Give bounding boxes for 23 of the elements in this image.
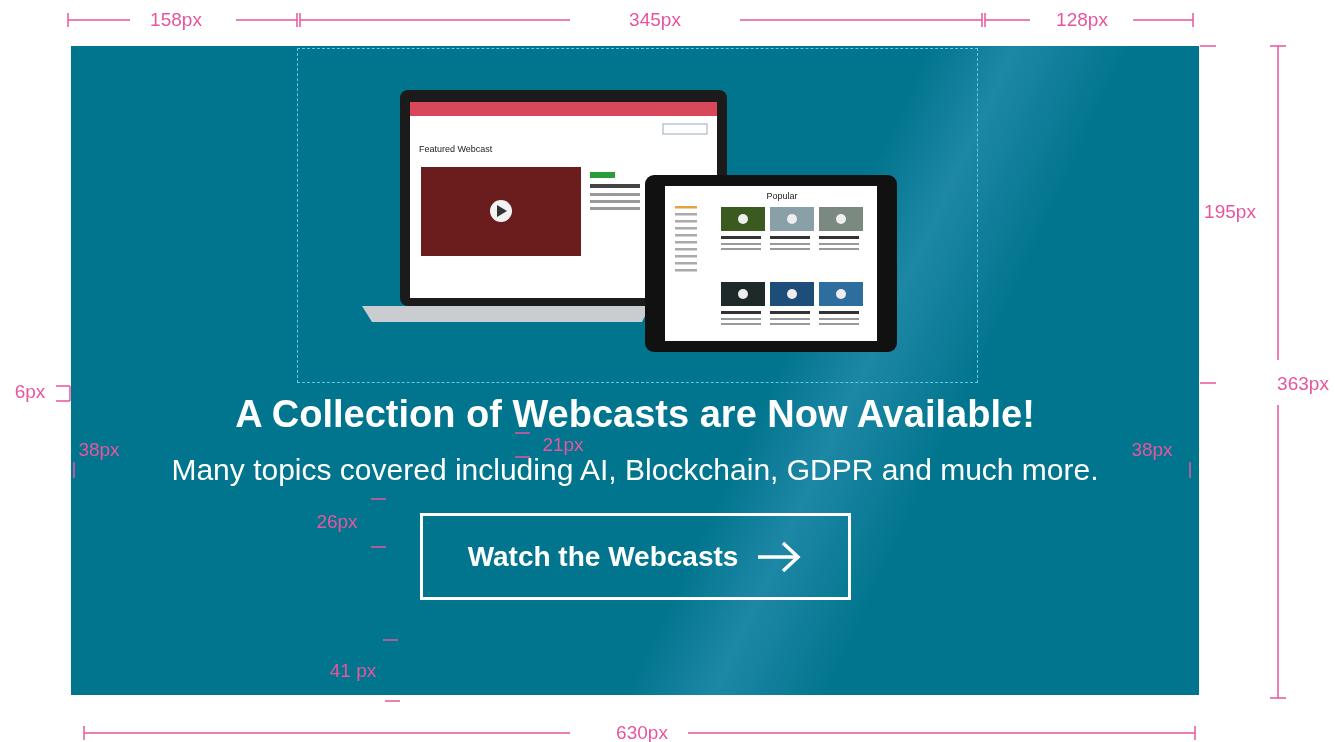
dimension-label: 158px: [150, 9, 202, 31]
tablet-heading: Popular: [766, 191, 797, 201]
dimension-label: 21px: [542, 434, 584, 456]
dimension-line: [382, 639, 401, 702]
dimension-line: [370, 498, 387, 548]
laptop-heading: Featured Webcast: [418, 144, 492, 154]
banner-title: A Collection of Webcasts are Now Available!: [235, 392, 1035, 437]
dimension-label: 363px: [1277, 373, 1329, 395]
dimension-line: [1189, 461, 1191, 479]
dimension-label: 6px: [14, 381, 46, 403]
banner-subtitle: Many topics covered including AI, Blockchain, GDPR and much more.: [171, 454, 1099, 486]
dimension-line: [73, 461, 75, 479]
dimension-label: 38px: [78, 439, 120, 461]
dimension-label: 26px: [316, 511, 358, 533]
dimension-label: 38px: [1131, 439, 1173, 461]
dimension-line: [514, 432, 531, 458]
dimension-line: [55, 385, 71, 402]
dimension-label: 345px: [629, 9, 681, 31]
dimension-label: 195px: [1204, 201, 1256, 223]
watch-webcasts-button[interactable]: Watch the Webcasts: [419, 513, 851, 600]
dimension-label: 128px: [1056, 9, 1108, 31]
arrow-right-icon: [756, 539, 803, 574]
dimension-label: 41 px: [329, 660, 377, 682]
